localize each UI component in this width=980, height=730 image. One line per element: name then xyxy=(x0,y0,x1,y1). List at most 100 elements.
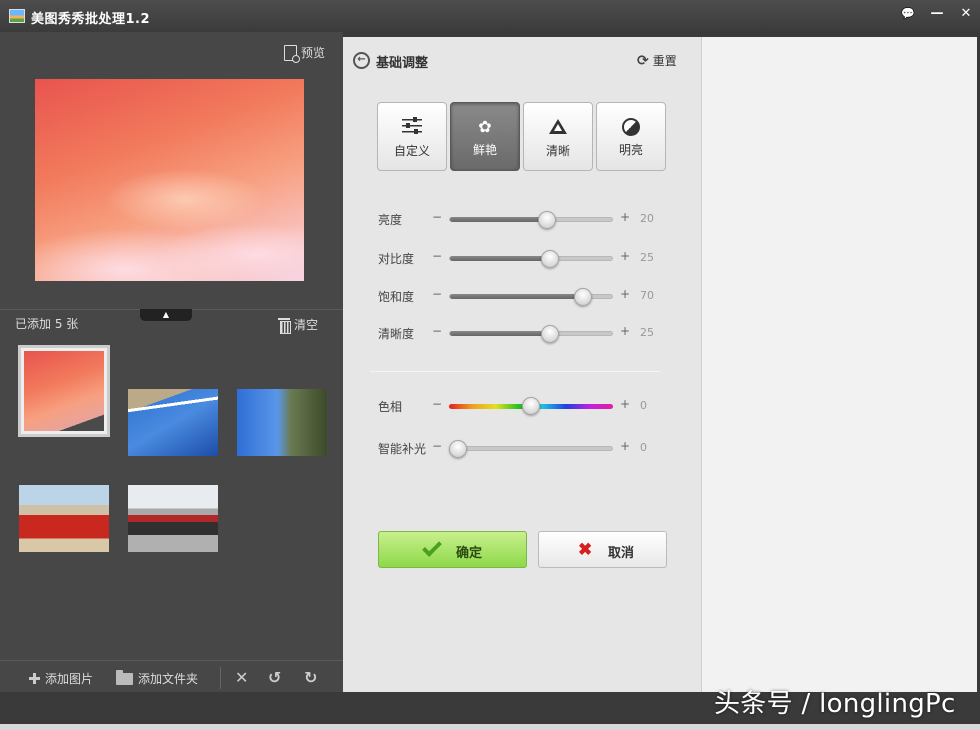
slider-value: 25 xyxy=(640,326,654,339)
delete-icon[interactable]: ✕ xyxy=(235,668,248,687)
feedback-button[interactable]: 💬 xyxy=(897,5,919,23)
sliders-icon xyxy=(402,117,422,135)
clear-label: 清空 xyxy=(294,318,319,332)
slider-fill xyxy=(450,294,583,299)
thumbnail-image xyxy=(24,351,104,431)
app-icon xyxy=(9,9,25,23)
slider-value: 20 xyxy=(640,212,654,225)
add-folder-button[interactable]: 添加文件夹 xyxy=(116,669,199,687)
decrease-button[interactable]: − xyxy=(432,439,442,453)
flower-icon: ✿ xyxy=(478,117,492,136)
mode-custom-button[interactable]: 自定义 xyxy=(377,102,447,171)
confirm-button[interactable]: 确定 xyxy=(378,531,527,568)
reset-button[interactable]: ⟳ 重置 xyxy=(637,52,677,69)
close-icon: ✖ xyxy=(578,540,593,559)
slider-brightness: 亮度 − + 20 xyxy=(378,209,678,229)
decrease-button[interactable]: − xyxy=(432,210,442,224)
added-count-label: 已添加 5 张 xyxy=(15,317,79,331)
thumbnail-4[interactable] xyxy=(19,485,109,552)
slider-knob[interactable] xyxy=(541,250,560,268)
slider-value: 70 xyxy=(640,289,654,302)
slider-name: 智能补光 xyxy=(378,442,427,456)
clear-button[interactable]: 清空 xyxy=(278,316,319,334)
increase-button[interactable]: + xyxy=(620,249,630,263)
slider-knob[interactable] xyxy=(537,211,556,229)
decrease-button[interactable]: − xyxy=(432,249,442,263)
image-list-panel: 预览 ▲ 已添加 5 张 清空 添加图片 添加文件夹 ✕ ↺ ↻ xyxy=(0,32,343,692)
check-icon xyxy=(422,537,442,557)
decrease-button[interactable]: − xyxy=(432,324,442,338)
half-circle-icon xyxy=(622,118,640,136)
add-images-label: 添加图片 xyxy=(45,672,94,686)
reset-label: 重置 xyxy=(652,54,677,68)
slider-fill xyxy=(450,256,551,261)
slider-clarity: 清晰度 − + 25 xyxy=(378,323,678,343)
rotate-left-icon[interactable]: ↺ xyxy=(268,668,281,687)
cancel-label: 取消 xyxy=(608,545,635,560)
increase-button[interactable]: + xyxy=(620,439,630,453)
slider-name: 清晰度 xyxy=(378,327,415,341)
slider-knob[interactable] xyxy=(449,440,468,458)
thumbnail-2[interactable] xyxy=(128,389,218,456)
decrease-button[interactable]: − xyxy=(432,287,442,301)
plus-icon xyxy=(29,673,40,684)
mode-label: 鲜艳 xyxy=(472,143,497,157)
result-preview-panel xyxy=(701,37,977,692)
refresh-icon: ⟳ xyxy=(637,52,649,69)
mode-vivid-button[interactable]: ✿ 鲜艳 xyxy=(450,102,520,171)
confirm-label: 确定 xyxy=(456,545,483,560)
watermark-text: 头条号 / longlingPc xyxy=(714,689,956,719)
panel-title: 基础调整 xyxy=(376,56,429,71)
triangle-icon xyxy=(549,119,567,134)
taskbar-strip xyxy=(0,724,980,730)
increase-button[interactable]: + xyxy=(620,397,630,411)
mode-sharp-button[interactable]: 清晰 xyxy=(523,102,593,171)
increase-button[interactable]: + xyxy=(620,324,630,338)
slider-name: 对比度 xyxy=(378,252,415,266)
back-arrow-icon[interactable]: ← xyxy=(353,52,370,69)
toolbar-separator xyxy=(220,667,221,689)
collapse-preview-toggle[interactable]: ▲ xyxy=(140,309,192,321)
slider-fill xyxy=(450,217,547,222)
slider-track[interactable] xyxy=(449,250,613,268)
slider-value: 0 xyxy=(640,441,647,454)
folder-icon xyxy=(116,669,133,685)
preview-label: 预览 xyxy=(300,46,325,60)
increase-button[interactable]: + xyxy=(620,210,630,224)
close-button[interactable]: ✕ xyxy=(955,5,977,23)
mode-label: 清晰 xyxy=(545,144,570,158)
slider-contrast: 对比度 − + 25 xyxy=(378,248,678,268)
slider-track[interactable] xyxy=(449,288,613,306)
slider-name: 亮度 xyxy=(378,213,403,227)
trash-icon xyxy=(278,317,291,334)
slider-hue: 色相 − + 0 xyxy=(378,396,678,416)
slider-smart-fill-light: 智能补光 − + 0 xyxy=(378,438,678,458)
preview-icon xyxy=(283,44,300,63)
hue-track[interactable] xyxy=(449,397,613,415)
decrease-button[interactable]: − xyxy=(432,397,442,411)
add-folder-label: 添加文件夹 xyxy=(138,672,199,686)
preview-button[interactable]: 预览 xyxy=(283,44,325,63)
title-bar: 美图秀秀批处理1.2 💬 — ✕ xyxy=(0,0,980,32)
mode-label: 明亮 xyxy=(618,143,643,157)
mode-bright-button[interactable]: 明亮 xyxy=(596,102,666,171)
add-images-button[interactable]: 添加图片 xyxy=(29,670,93,687)
thumbnail-5[interactable] xyxy=(128,485,218,552)
slider-track[interactable] xyxy=(449,440,613,458)
slider-knob[interactable] xyxy=(541,325,560,343)
cancel-button[interactable]: ✖ 取消 xyxy=(538,531,667,568)
slider-track[interactable] xyxy=(449,211,613,229)
thumbnail-1[interactable] xyxy=(18,345,110,437)
slider-knob[interactable] xyxy=(522,397,540,415)
rotate-right-icon[interactable]: ↻ xyxy=(304,668,317,687)
slider-fill xyxy=(450,331,551,336)
slider-name: 饱和度 xyxy=(378,290,415,304)
thumbnail-3[interactable] xyxy=(237,389,327,456)
basic-adjust-panel: ← 基础调整 ⟳ 重置 自定义 ✿ 鲜艳 清晰 明亮 亮度 − + 20 对比度… xyxy=(343,37,701,692)
minimize-button[interactable]: — xyxy=(926,5,948,23)
increase-button[interactable]: + xyxy=(620,287,630,301)
window-title: 美图秀秀批处理1.2 xyxy=(31,12,151,27)
slider-track[interactable] xyxy=(449,325,613,343)
slider-name: 色相 xyxy=(378,400,403,414)
slider-knob[interactable] xyxy=(573,288,592,306)
